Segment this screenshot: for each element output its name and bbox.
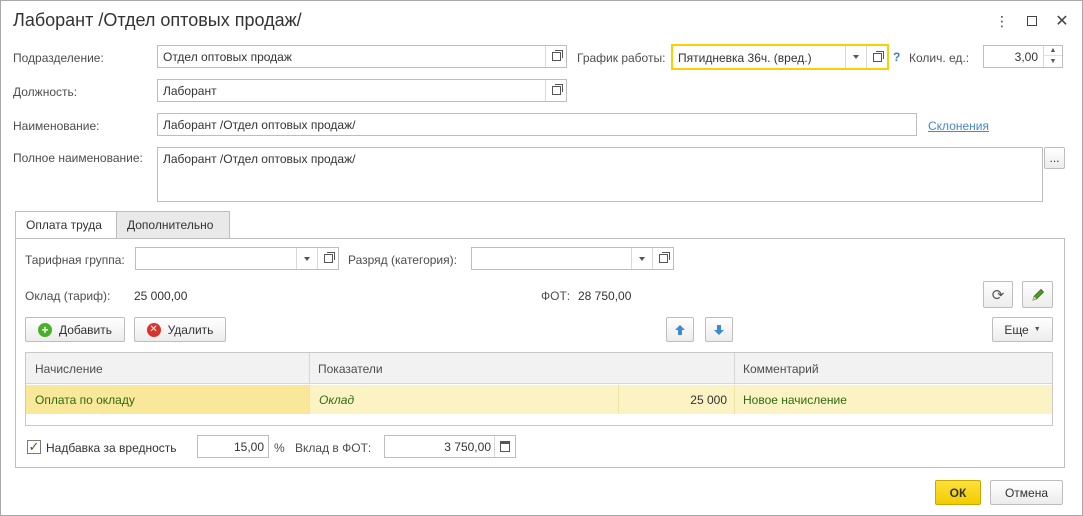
schedule-field[interactable]: Пятидневка 36ч. (вред.) xyxy=(671,44,889,70)
fullname-label: Полное наименование: xyxy=(13,151,143,165)
subdivision-label: Подразделение: xyxy=(13,51,104,65)
fot-value: 28 750,00 xyxy=(578,289,632,303)
percent-field[interactable]: 15,00 xyxy=(197,435,269,458)
open-icon[interactable] xyxy=(652,248,673,269)
qty-field[interactable]: 3,00 ▲ ▼ xyxy=(983,45,1063,68)
dropdown-arrow-icon[interactable] xyxy=(845,46,866,68)
subdivision-value: Отдел оптовых продаж xyxy=(163,50,292,64)
contribution-label: Вклад в ФОТ: xyxy=(295,441,372,455)
refresh-button[interactable]: ⟳ xyxy=(983,281,1013,308)
edit-button[interactable] xyxy=(1022,281,1053,308)
fot-label: ФОТ: xyxy=(541,289,571,303)
percent-sign: % xyxy=(274,441,285,455)
tab-pay[interactable]: Оплата труда xyxy=(15,211,117,239)
delete-label: Удалить xyxy=(167,322,214,337)
open-icon[interactable] xyxy=(545,46,566,67)
column-header-indicators[interactable]: Показатели xyxy=(318,362,383,376)
schedule-label: График работы: xyxy=(577,51,666,65)
tab-additional[interactable]: Дополнительно xyxy=(116,211,230,238)
contribution-value: 3 750,00 xyxy=(444,440,491,454)
declensions-link[interactable]: Склонения xyxy=(928,119,989,133)
contribution-field[interactable]: 3 750,00 xyxy=(384,435,516,458)
more-button[interactable]: Еще ▼ xyxy=(992,317,1053,342)
delete-circle-icon: ✕ xyxy=(146,322,161,337)
column-header-comment[interactable]: Комментарий xyxy=(743,362,819,376)
open-icon[interactable] xyxy=(545,80,566,101)
tariff-group-field[interactable] xyxy=(135,247,339,270)
open-icon[interactable] xyxy=(866,46,887,68)
hazard-bonus-checkbox[interactable]: ✓ xyxy=(27,440,41,454)
calculator-icon[interactable] xyxy=(494,436,515,457)
schedule-value: Пятидневка 36ч. (вред.) xyxy=(678,51,812,65)
qty-spinner[interactable]: ▲ ▼ xyxy=(1043,46,1062,67)
move-up-button[interactable] xyxy=(666,317,694,342)
move-down-button[interactable] xyxy=(705,317,733,342)
maximize-icon[interactable] xyxy=(1021,10,1043,32)
dialog-window: Лаборант /Отдел оптовых продаж/ ⋮ ✕ Подр… xyxy=(0,0,1083,516)
row-amount[interactable]: 25 000 xyxy=(626,393,727,407)
qty-label: Колич. ед.: xyxy=(909,51,970,65)
table-row[interactable]: Оплата по окладу Оклад 25 000 Новое начи… xyxy=(26,385,1052,414)
salary-label: Оклад (тариф): xyxy=(25,289,111,303)
ellipsis-button[interactable]: ... xyxy=(1044,147,1065,169)
qty-value: 3,00 xyxy=(1014,50,1038,64)
more-vertical-icon[interactable]: ⋮ xyxy=(991,10,1013,32)
position-field[interactable]: Лаборант xyxy=(157,79,567,102)
position-value: Лаборант xyxy=(163,84,217,98)
chevron-down-icon: ▼ xyxy=(1033,326,1041,333)
pencil-icon xyxy=(1031,288,1044,301)
spin-up-icon[interactable]: ▲ xyxy=(1044,46,1062,56)
percent-value: 15,00 xyxy=(233,440,264,454)
more-label: Еще xyxy=(1004,322,1029,337)
ok-button[interactable]: ОК xyxy=(935,480,981,505)
add-label: Добавить xyxy=(58,322,113,337)
salary-value: 25 000,00 xyxy=(134,289,188,303)
dropdown-arrow-icon[interactable] xyxy=(296,248,317,269)
delete-button[interactable]: ✕ Удалить xyxy=(134,317,226,342)
column-header-accrual[interactable]: Начисление xyxy=(35,362,103,376)
tariff-group-label: Тарифная группа: xyxy=(25,253,125,267)
checkmark-icon: ✓ xyxy=(28,439,40,454)
cancel-button[interactable]: Отмена xyxy=(990,480,1063,505)
name-value: Лаборант /Отдел оптовых продаж/ xyxy=(163,118,356,132)
add-button[interactable]: + Добавить xyxy=(25,317,125,342)
help-icon[interactable]: ? xyxy=(893,50,900,64)
fullname-field[interactable]: Лаборант /Отдел оптовых продаж/ xyxy=(157,147,1043,202)
open-icon[interactable] xyxy=(317,248,338,269)
row-indicator[interactable]: Оклад xyxy=(319,393,354,407)
grade-field[interactable] xyxy=(471,247,674,270)
dropdown-arrow-icon[interactable] xyxy=(631,248,652,269)
arrow-down-icon xyxy=(714,324,724,335)
grade-label: Разряд (категория): xyxy=(348,253,457,267)
refresh-icon: ⟳ xyxy=(991,286,1005,304)
table-header: Начисление Показатели Комментарий xyxy=(26,353,1052,384)
accruals-table: Начисление Показатели Комментарий Оплата… xyxy=(25,352,1053,426)
position-label: Должность: xyxy=(13,85,78,99)
plus-circle-icon: + xyxy=(37,322,52,337)
name-field[interactable]: Лаборант /Отдел оптовых продаж/ xyxy=(157,113,917,136)
arrow-up-icon xyxy=(675,324,685,335)
row-accrual[interactable]: Оплата по окладу xyxy=(35,393,135,407)
hazard-bonus-label[interactable]: Надбавка за вредность xyxy=(46,441,177,455)
fullname-value: Лаборант /Отдел оптовых продаж/ xyxy=(163,152,356,166)
close-icon[interactable]: ✕ xyxy=(1051,10,1073,32)
spin-down-icon[interactable]: ▼ xyxy=(1044,56,1062,66)
row-comment[interactable]: Новое начисление xyxy=(743,393,847,407)
name-label: Наименование: xyxy=(13,119,100,133)
subdivision-field[interactable]: Отдел оптовых продаж xyxy=(157,45,567,68)
window-title: Лаборант /Отдел оптовых продаж/ xyxy=(13,10,302,30)
